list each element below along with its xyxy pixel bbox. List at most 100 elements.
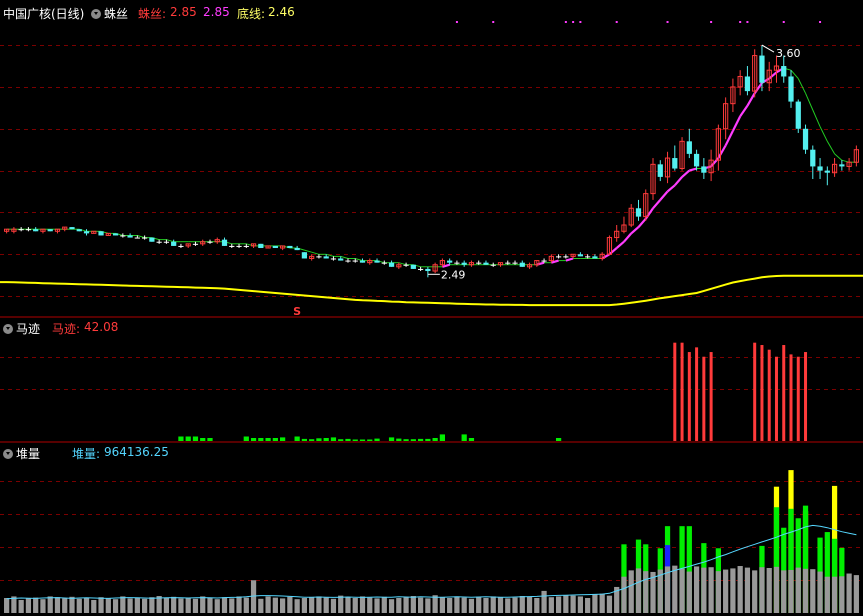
maji-green-bar bbox=[178, 436, 184, 441]
indicator-selector[interactable]: 蛛丝 bbox=[91, 5, 128, 22]
volume-gray-bar bbox=[410, 596, 416, 613]
volume-gray-bar bbox=[766, 568, 772, 613]
candle-body bbox=[294, 248, 300, 251]
indicator-name: 蛛丝 bbox=[104, 7, 129, 21]
maji-green-bar bbox=[192, 436, 199, 441]
volume-gray-bar bbox=[54, 597, 61, 613]
volume-gray-bar bbox=[236, 596, 242, 613]
low-price-label: 2.49 bbox=[441, 268, 466, 281]
candle-body bbox=[512, 262, 518, 264]
candles-layer bbox=[4, 45, 859, 278]
volume-gray-bar bbox=[279, 598, 286, 613]
volume-bars-layer bbox=[4, 470, 859, 613]
maji-red-bar bbox=[774, 356, 778, 441]
signal-dot bbox=[746, 21, 749, 23]
zhusi-value-2: 2.85 bbox=[203, 5, 230, 19]
dixian-line-layer bbox=[0, 274, 863, 307]
volume-gray-bar bbox=[374, 598, 380, 613]
candle-body bbox=[744, 76, 751, 92]
dropdown-icon[interactable] bbox=[3, 324, 13, 334]
maji-red-bar bbox=[760, 345, 764, 441]
duiliang-selector[interactable]: 堆量 bbox=[3, 445, 40, 462]
candle-body bbox=[207, 241, 213, 243]
volume-gray-bar bbox=[715, 571, 721, 613]
maji-red-bar bbox=[789, 354, 793, 441]
zhusi-segment-up bbox=[666, 184, 676, 193]
maji-green-bar bbox=[403, 439, 409, 441]
volume-gray-bar bbox=[468, 598, 475, 613]
candle-body bbox=[171, 241, 177, 246]
signal-dot bbox=[455, 21, 458, 23]
volume-gray-bar bbox=[309, 597, 315, 613]
volume-gray-bar bbox=[207, 598, 213, 613]
candle-body bbox=[483, 262, 489, 265]
candle-body bbox=[592, 256, 598, 259]
candle-body bbox=[810, 149, 816, 167]
maji-green-bar bbox=[323, 438, 329, 441]
zhusi-segment-up bbox=[710, 157, 720, 168]
candle-body bbox=[112, 233, 119, 236]
maji-green-bar bbox=[417, 438, 424, 441]
volume-gray-bar bbox=[497, 597, 504, 613]
candle-body bbox=[352, 260, 358, 262]
maji-green-bar bbox=[250, 438, 257, 441]
volume-gray-bar bbox=[200, 596, 206, 613]
volume-gray-bar bbox=[163, 598, 170, 613]
zhusi-segment-up bbox=[644, 207, 654, 220]
signal-dot bbox=[782, 21, 785, 23]
candle-body bbox=[272, 245, 278, 249]
candle-body bbox=[403, 264, 409, 266]
volume-gray-bar bbox=[156, 596, 162, 613]
maji-green-bar bbox=[330, 437, 337, 441]
maji-selector[interactable]: 马迹 bbox=[3, 320, 40, 337]
volume-gray-bar bbox=[447, 598, 453, 613]
volume-gray-bar bbox=[461, 597, 467, 613]
candle-body bbox=[519, 262, 525, 267]
stock-chart[interactable]: 3.60 2.49 S bbox=[0, 0, 863, 616]
zhusi-segment-up bbox=[724, 130, 734, 146]
maji-value: 42.08 bbox=[84, 320, 119, 334]
candle-body bbox=[701, 166, 707, 173]
volume-gray-bar bbox=[76, 598, 82, 613]
candle-body bbox=[388, 262, 395, 267]
volume-gray-bar bbox=[490, 596, 496, 613]
candle-body bbox=[505, 262, 511, 264]
candle-body bbox=[345, 260, 351, 262]
volume-gray-bar bbox=[512, 597, 518, 613]
volume-gray-bar bbox=[18, 599, 24, 613]
volume-gray-bar bbox=[570, 595, 576, 613]
dropdown-icon[interactable] bbox=[3, 449, 13, 459]
volume-gray-bar bbox=[454, 596, 460, 613]
dixian-line bbox=[0, 274, 863, 307]
volume-gray-bar bbox=[396, 598, 402, 613]
maji-green-bar bbox=[367, 439, 373, 441]
high-price-label: 3.60 bbox=[776, 47, 801, 60]
high-pointer bbox=[761, 44, 775, 53]
candle-body bbox=[374, 260, 380, 263]
zhusi-segment-up bbox=[746, 92, 756, 107]
volume-gray-bar bbox=[693, 566, 700, 613]
volume-gray-bar bbox=[359, 596, 366, 613]
volume-gray-bar bbox=[185, 597, 191, 613]
zhusi-segment-down bbox=[340, 255, 349, 259]
candle-body bbox=[541, 260, 547, 262]
candle-body bbox=[236, 245, 242, 247]
volume-gray-bar bbox=[40, 599, 46, 613]
green-ma-layer bbox=[6, 67, 857, 268]
zhusi-segment-down bbox=[805, 93, 814, 111]
volume-gray-bar bbox=[62, 598, 68, 613]
zhusi-segment-down bbox=[812, 109, 821, 127]
candle-body bbox=[417, 268, 424, 270]
volume-gray-bar bbox=[294, 599, 300, 613]
dropdown-icon[interactable] bbox=[91, 9, 101, 19]
maji-name: 马迹 bbox=[16, 322, 41, 336]
volume-gray-bar bbox=[621, 576, 627, 613]
maji-green-bar bbox=[425, 438, 431, 441]
volume-gray-bar bbox=[192, 598, 199, 613]
zhusi-label: 蛛丝: bbox=[138, 7, 167, 21]
zhusi-segment-up bbox=[731, 115, 742, 132]
volume-gray-bar bbox=[483, 598, 489, 613]
maji-red-bar bbox=[753, 342, 757, 441]
maji-green-bar bbox=[316, 438, 322, 441]
volume-gray-bar bbox=[323, 597, 329, 613]
